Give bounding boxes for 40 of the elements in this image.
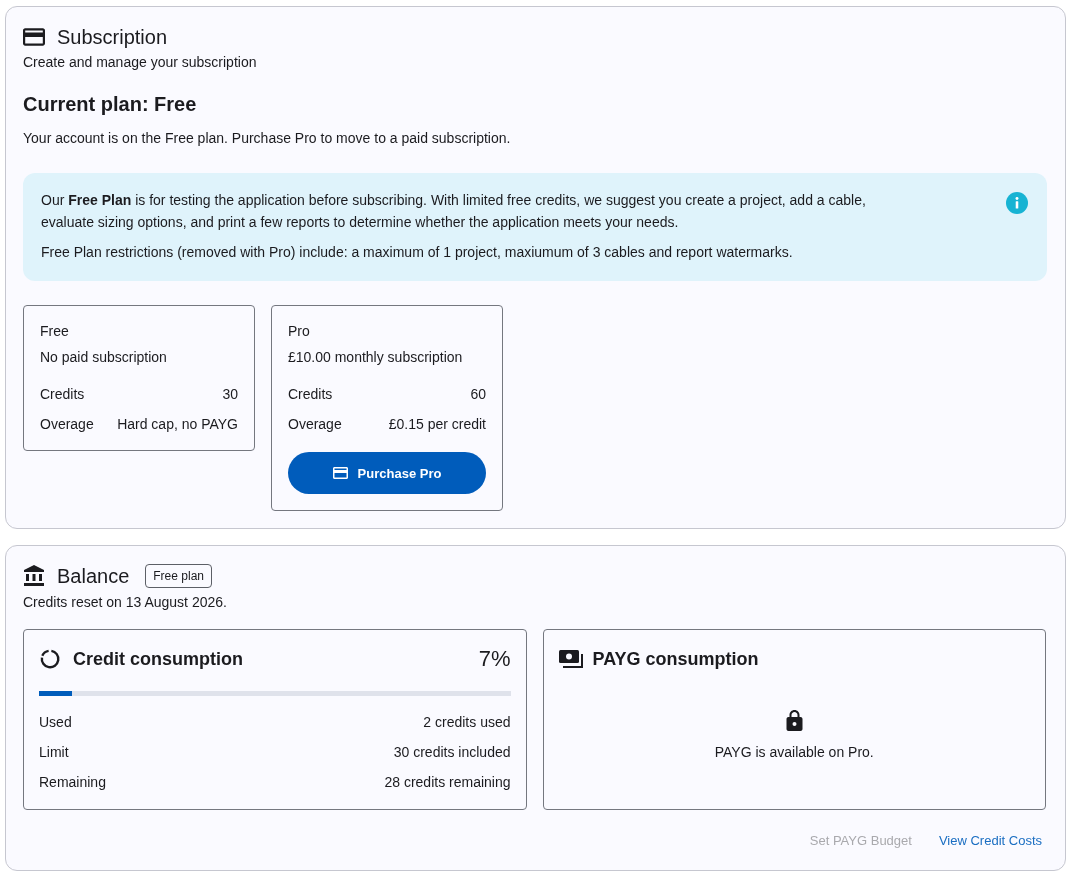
panel-title: PAYG consumption [592,648,759,671]
current-plan-heading: Current plan: Free [23,92,198,117]
purchase-button[interactable]: Purchase Pro [288,452,486,494]
plan-row-label: Credits [40,385,85,404]
bank-icon [23,565,45,587]
panel-title: Credit consumption [73,648,243,671]
plan-badge: Free plan [145,564,212,588]
info-text: Our Free Plan is for testing the application before subscribing. With limited free credits, we suggest you create a project, add a cable, evaluate sizing options, and print a few reports to determine whether the application meets your needs. [41,191,867,232]
info-text: Free Plan restrictions (removed with Pro) include: a maximum of 1 project, maxiumum of 3 cables and report watermarks. [41,243,794,262]
payg-locked-message: PAYG is available on Pro. [714,743,874,762]
plan-price: No paid subscription [40,348,168,367]
credit-card-icon [332,467,348,479]
plan-row-label: Credits [288,385,333,404]
ring-icon [39,648,61,670]
plan-row-label: Overage [40,415,94,434]
plan-price: £10.00 monthly subscription [288,348,464,367]
plan-name: Pro [288,322,311,341]
plan-name: Free [40,322,70,341]
usage-row-label: Remaining [39,773,106,792]
cash-icon [558,649,583,669]
plan-row-label: Overage [288,415,342,434]
view-costs-link[interactable]: View Credit Costs [933,831,1047,851]
section-subtitle: Create and manage your subscription [23,53,258,72]
usage-percent: 7% [478,646,511,672]
plan-row-value: 60 [470,385,486,404]
plan-row-value: Hard cap, no PAYG [117,415,238,434]
plan-row-value: 30 [222,385,238,404]
plan-description: Your account is on the Free plan. Purchase Pro to move to a paid subscription. [23,129,512,148]
plan-row-value: £0.15 per credit [388,415,486,434]
info-icon [1006,192,1028,214]
usage-row-value: 30 credits included [393,743,511,762]
usage-row-label: Limit [39,743,69,762]
section-title: Balance [57,564,130,588]
section-title: Subscription [57,25,168,49]
usage-row-value: 2 credits used [423,713,511,732]
usage-row-value: 28 credits remaining [384,773,511,792]
lock-icon [785,710,803,732]
credit-card-icon [23,28,45,46]
usage-row-label: Used [39,713,72,732]
reset-note: Credits reset on 13 August 2026. [23,593,228,612]
